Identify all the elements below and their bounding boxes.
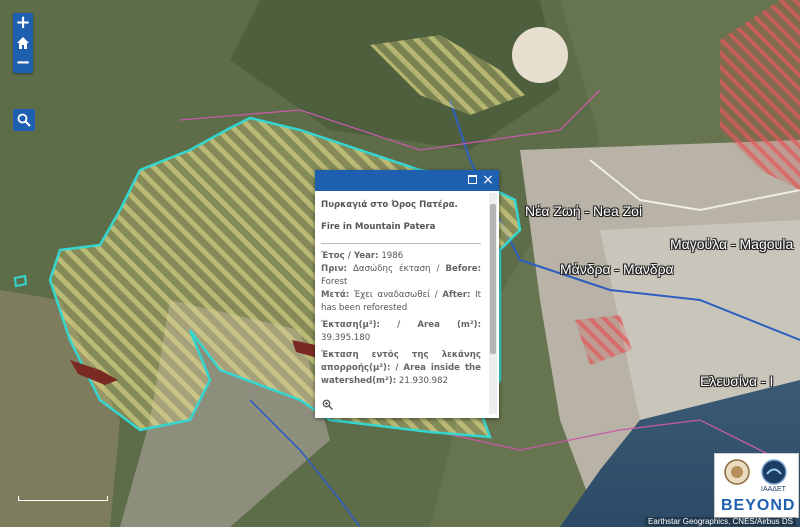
before-label-en: Before: [445, 264, 482, 274]
zoom-control: + − [13, 13, 33, 73]
popup-header: × [315, 170, 499, 191]
year-label: Έτος / Year: [321, 251, 379, 261]
popup-scrollbar[interactable] [489, 193, 497, 414]
scroll-thumb[interactable] [490, 204, 496, 354]
after-label: Μετά: [321, 290, 350, 300]
beyond-text: BEYOND [721, 497, 796, 514]
year-value: 1986 [381, 251, 404, 261]
before-value-en: Forest [321, 277, 348, 287]
after-value: Έχει αναδασωθεί / [353, 290, 438, 300]
after-label-en: After: [442, 290, 471, 300]
map-attribution: Earthstar Geographics, CNES/Airbus DS [645, 517, 796, 526]
before-label: Πριν: [321, 264, 347, 274]
zoom-in-button[interactable]: + [13, 13, 33, 33]
before-value: Δασώδης έκταση / [353, 264, 440, 274]
zoom-to-icon [322, 399, 334, 411]
zoom-out-button[interactable]: − [13, 53, 33, 73]
popup-title-english: Fire in Mountain Patera [321, 222, 436, 232]
place-label-elefsina: Ελευσίνα - Ι [700, 373, 774, 389]
area-row: Έκταση(μ²): / Area (m²): 39.395.180 [321, 319, 481, 345]
close-button[interactable]: × [481, 173, 495, 187]
year-row: Έτος / Year: 1986 [321, 250, 481, 263]
org-label: ΙΑΑΔΕΤ [761, 486, 786, 493]
maximize-button[interactable] [465, 173, 479, 187]
search-icon [17, 113, 31, 127]
maximize-icon [467, 175, 477, 184]
home-button[interactable] [13, 33, 33, 53]
area-label: Έκταση(μ²): / Area (m²): [321, 320, 481, 330]
watershed-row: Έκταση εντός της λεκάνης απορροής(μ²): /… [321, 349, 481, 388]
home-icon [17, 37, 29, 49]
emblem-icon [761, 459, 787, 485]
before-row: Πριν: Δασώδης έκταση / Before: Forest [321, 263, 481, 289]
info-popup: × Πυρκαγιά στο Όρος Πατέρα. Fire in Moun… [315, 170, 499, 418]
quarry [512, 27, 568, 83]
place-label-nea-zoi: Νέα Ζωή - Nea Zoi [525, 203, 643, 219]
popup-content: Πυρκαγιά στο Όρος Πατέρα. Fire in Mounta… [315, 191, 487, 414]
beyond-logo: ΙΑΑΔΕΤ BEYOND [714, 453, 799, 518]
close-icon: × [482, 172, 494, 188]
place-label-magoula: Μαγούλα - Magoula [670, 236, 794, 252]
zoom-to-button[interactable] [322, 399, 334, 413]
place-label-mandra: Μάνδρα - Μανδρα [560, 261, 674, 277]
scale-bar [18, 496, 108, 501]
after-row: Μετά: Έχει αναδασωθεί / After: It has be… [321, 289, 481, 315]
search-button[interactable] [13, 109, 35, 131]
seal-icon [724, 459, 750, 485]
watershed-value: 21.930.982 [398, 376, 449, 386]
area-value: 39.395.180 [321, 333, 371, 343]
popup-title-greek: Πυρκαγιά στο Όρος Πατέρα. [321, 200, 458, 210]
popup-divider [321, 243, 481, 244]
